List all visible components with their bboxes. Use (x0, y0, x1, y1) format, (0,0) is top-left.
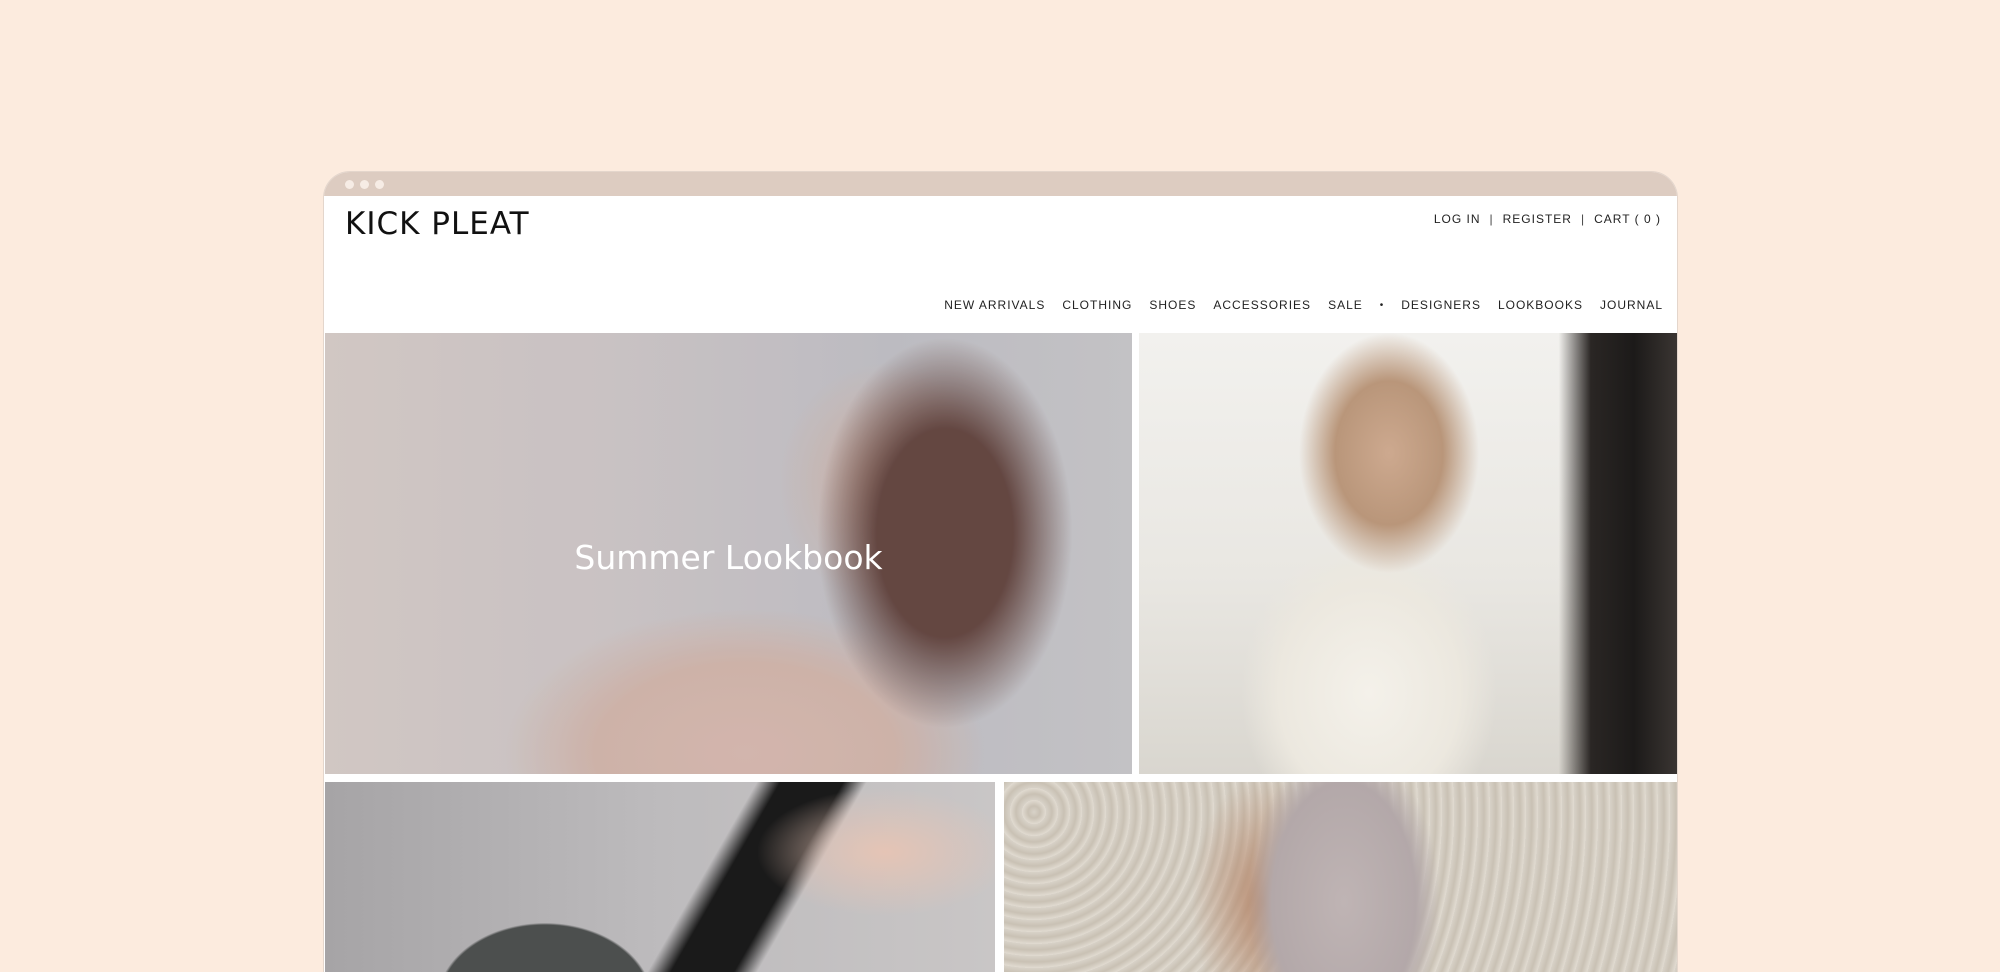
browser-window: KICK PLEAT LOG IN | REGISTER | CART ( 0 … (324, 172, 1677, 972)
account-links: LOG IN | REGISTER | CART ( 0 ) (1434, 212, 1661, 226)
nav-item-accessories[interactable]: ACCESSORIES (1213, 298, 1311, 312)
window-chrome-bar (324, 172, 1677, 196)
image-grid: Summer Lookbook (324, 333, 1677, 972)
knitwear-photo-tile[interactable] (1004, 782, 1677, 972)
portrait-photo-tile[interactable] (1139, 333, 1677, 774)
window-maximize-dot[interactable] (375, 179, 384, 189)
site-header: KICK PLEAT LOG IN | REGISTER | CART ( 0 … (324, 196, 1677, 333)
account-separator: | (1489, 212, 1494, 226)
main-nav: NEW ARRIVALS CLOTHING SHOES ACCESSORIES … (944, 298, 1663, 312)
nav-item-journal[interactable]: JOURNAL (1600, 298, 1663, 312)
login-link[interactable]: LOG IN (1434, 212, 1481, 226)
site-logo[interactable]: KICK PLEAT (345, 206, 530, 242)
lookbook-title: Summer Lookbook (574, 538, 883, 577)
window-close-dot[interactable] (345, 179, 354, 189)
shoe-photo-tile[interactable] (325, 782, 995, 972)
nav-item-new-arrivals[interactable]: NEW ARRIVALS (944, 298, 1045, 312)
window-minimize-dot[interactable] (360, 179, 369, 189)
account-separator: | (1580, 212, 1586, 226)
nav-item-designers[interactable]: DESIGNERS (1401, 298, 1481, 312)
nav-item-lookbooks[interactable]: LOOKBOOKS (1498, 298, 1583, 312)
nav-item-clothing[interactable]: CLOTHING (1062, 298, 1132, 312)
register-link[interactable]: REGISTER (1503, 212, 1572, 226)
nav-item-shoes[interactable]: SHOES (1149, 298, 1196, 312)
nav-divider-bullet: • (1379, 299, 1385, 311)
lookbook-hero-tile[interactable]: Summer Lookbook (325, 333, 1132, 774)
cart-link[interactable]: CART ( 0 ) (1594, 212, 1661, 226)
nav-item-sale[interactable]: SALE (1328, 298, 1363, 312)
